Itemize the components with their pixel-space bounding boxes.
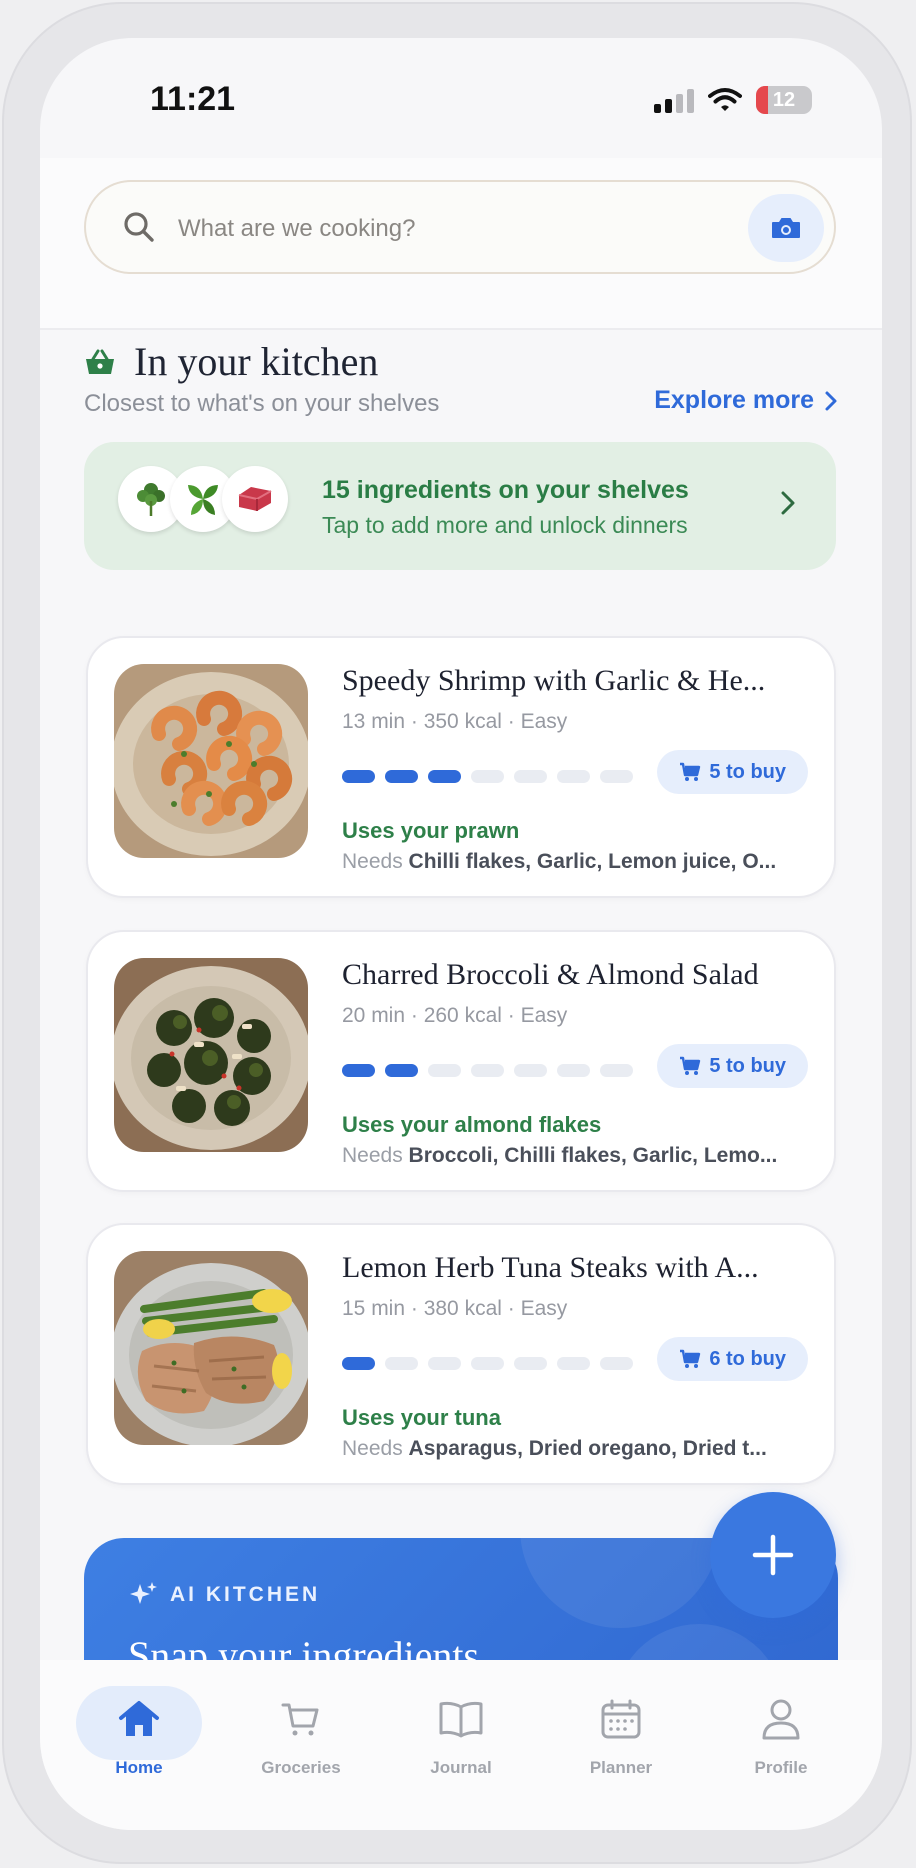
status-bar: 11:21 12 — [40, 38, 882, 158]
ingredient-progress — [342, 770, 633, 783]
needs-items: Broccoli, Chilli flakes, Garlic, Lemo... — [408, 1144, 778, 1167]
shelves-banner[interactable]: 15 ingredients on your shelves Tap to ad… — [84, 442, 836, 570]
search-area — [40, 158, 882, 330]
tab-journal[interactable]: Journal — [398, 1686, 524, 1786]
to-buy-button[interactable]: 6 to buy — [657, 1337, 808, 1381]
chevron-right-icon — [825, 391, 837, 410]
cart-icon — [680, 762, 701, 781]
wifi-icon — [708, 88, 742, 111]
tab-profile[interactable]: Profile — [718, 1686, 844, 1786]
to-buy-label: 6 to buy — [709, 1347, 786, 1370]
explore-more-label: Explore more — [654, 386, 814, 414]
needs-list: Needs Chilli flakes, Garlic, Lemon juice… — [342, 850, 812, 874]
status-icons: 12 — [654, 86, 812, 114]
uses-ingredient: Uses your almond flakes — [342, 1112, 602, 1137]
recipe-meta: 13 min · 350 kcal · Easy — [342, 710, 568, 733]
uses-ingredient: Uses your prawn — [342, 818, 520, 843]
search-bar[interactable] — [84, 180, 836, 274]
explore-more-link[interactable]: Explore more — [654, 386, 838, 415]
recipe-meta: 15 min · 380 kcal · Easy — [342, 1297, 568, 1320]
kitchen-subtitle: Closest to what's on your shelves — [84, 390, 440, 417]
needs-label: Needs — [342, 1437, 403, 1460]
user-icon — [760, 1690, 802, 1748]
shelves-subtitle: Tap to add more and unlock dinners — [322, 512, 688, 538]
needs-list: Needs Broccoli, Chilli flakes, Garlic, L… — [342, 1144, 812, 1168]
chevron-right-icon — [781, 491, 795, 515]
needs-items: Chilli flakes, Garlic, Lemon juice, O... — [408, 850, 777, 873]
home-icon — [117, 1690, 161, 1748]
search-icon — [124, 212, 154, 242]
basket-icon — [86, 349, 114, 374]
battery-level: 12 — [772, 88, 796, 111]
tab-label: Home — [115, 1758, 163, 1777]
ai-kitchen-label: AI KITCHEN — [170, 1583, 321, 1606]
cart-icon — [281, 1690, 321, 1748]
recipe-image-shrimp — [114, 664, 308, 858]
kitchen-title: In your kitchen — [134, 339, 379, 384]
recipe-card[interactable]: Charred Broccoli & Almond Salad 20 min ·… — [86, 930, 836, 1192]
add-button[interactable] — [710, 1492, 836, 1618]
recipe-title: Speedy Shrimp with Garlic & He... — [342, 664, 766, 697]
status-time: 11:21 — [150, 80, 236, 118]
needs-label: Needs — [342, 850, 403, 873]
tab-label: Planner — [589, 1758, 653, 1777]
plus-icon — [752, 1534, 794, 1576]
tab-label: Profile — [754, 1758, 808, 1777]
book-icon — [438, 1690, 484, 1748]
ingredient-progress — [342, 1064, 633, 1077]
needs-label: Needs — [342, 1144, 403, 1167]
tab-label: Groceries — [261, 1758, 341, 1777]
shelves-title: 15 ingredients on your shelves — [322, 476, 689, 504]
recipe-title: Charred Broccoli & Almond Salad — [342, 958, 759, 991]
recipe-card[interactable]: Lemon Herb Tuna Steaks with A... 15 min … — [86, 1223, 836, 1485]
to-buy-button[interactable]: 5 to buy — [657, 750, 808, 794]
tab-bar: Home Groceries Journal Planner Profile — [40, 1660, 882, 1830]
to-buy-label: 5 to buy — [709, 760, 786, 783]
meat-icon — [222, 466, 288, 532]
camera-button[interactable] — [748, 194, 824, 262]
tab-groceries[interactable]: Groceries — [238, 1686, 364, 1786]
uses-ingredient: Uses your tuna — [342, 1405, 501, 1430]
screen: 11:21 12 What are we cooking? In your ki… — [40, 38, 882, 1830]
recipe-image-tuna — [114, 1251, 308, 1445]
calendar-icon — [600, 1690, 642, 1748]
recipe-image-broccoli — [114, 958, 308, 1152]
recipe-title: Lemon Herb Tuna Steaks with A... — [342, 1251, 759, 1284]
recipe-card[interactable]: Speedy Shrimp with Garlic & He... 13 min… — [86, 636, 836, 898]
camera-icon — [772, 218, 800, 238]
needs-list: Needs Asparagus, Dried oregano, Dried t.… — [342, 1437, 812, 1461]
to-buy-button[interactable]: 5 to buy — [657, 1044, 808, 1088]
battery-icon: 12 — [756, 86, 812, 114]
tab-planner[interactable]: Planner — [558, 1686, 684, 1786]
to-buy-label: 5 to buy — [709, 1054, 786, 1077]
search-input[interactable] — [176, 206, 720, 252]
cart-icon — [680, 1349, 701, 1368]
ingredient-progress — [342, 1357, 633, 1370]
phone-frame: 11:21 12 What are we cooking? In your ki… — [2, 2, 912, 1864]
tab-home[interactable]: Home — [76, 1686, 202, 1786]
cart-icon — [680, 1056, 701, 1075]
tab-label: Journal — [430, 1758, 492, 1777]
needs-items: Asparagus, Dried oregano, Dried t... — [408, 1437, 767, 1460]
ai-kitchen-label-row: AI KITCHEN — [128, 1580, 320, 1610]
recipe-meta: 20 min · 260 kcal · Easy — [342, 1004, 568, 1027]
signal-icon — [654, 87, 694, 113]
sparkle-icon — [130, 1582, 157, 1604]
